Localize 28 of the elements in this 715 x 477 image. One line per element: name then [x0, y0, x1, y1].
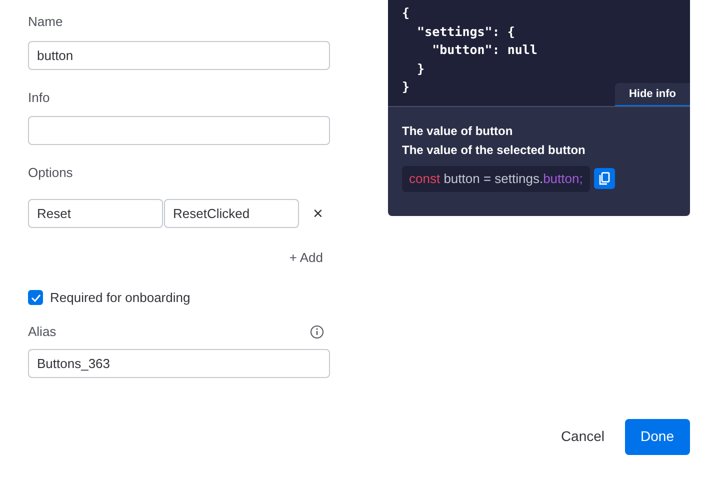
field-label: Alias	[28, 323, 56, 340]
copy-button[interactable]	[594, 168, 615, 190]
name-field[interactable]: button	[28, 40, 330, 70]
info-icon[interactable]	[310, 324, 324, 338]
check-icon	[30, 294, 40, 302]
code-line: }	[416, 60, 425, 78]
cancel-button[interactable]: Cancel	[548, 418, 617, 455]
field-label: Options	[28, 164, 73, 181]
code-line: "button": null	[431, 41, 538, 59]
code-snippet: const button = settings.button;	[402, 166, 590, 192]
field-label: Name	[28, 13, 63, 30]
required-checkbox[interactable]	[28, 290, 43, 305]
info-description: The value of the selected button	[402, 142, 586, 159]
done-button[interactable]: Done	[624, 418, 690, 454]
add-option-button[interactable]: + Add	[289, 248, 323, 267]
copy-icon	[598, 172, 610, 186]
code-line: "settings": {	[416, 22, 515, 41]
info-title: The value of button	[402, 123, 514, 140]
code-line: }	[402, 78, 410, 96]
alias-field[interactable]: Buttons_363	[28, 349, 330, 378]
field-label: Info	[28, 88, 50, 106]
option-value-field[interactable]: ResetClicked	[164, 198, 299, 228]
hide-info-button[interactable]: Hide info	[614, 82, 690, 106]
code-line: {	[402, 4, 410, 22]
checkbox-label: Required for onboarding	[50, 289, 190, 306]
option-label-field[interactable]: Reset	[28, 198, 163, 228]
remove-option-button[interactable]: ×	[309, 204, 327, 222]
info-field[interactable]	[28, 116, 330, 145]
